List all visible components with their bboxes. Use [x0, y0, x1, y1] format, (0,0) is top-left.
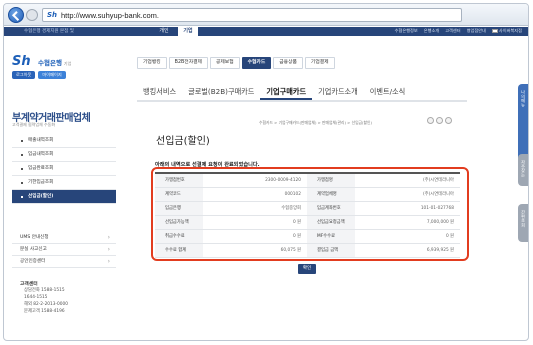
page-tools: [427, 117, 452, 124]
back-icon[interactable]: [8, 7, 24, 23]
page-title: 선입금(할인): [156, 136, 210, 147]
quick-tab-favorites[interactable]: 자주찾는: [518, 154, 528, 186]
logo-buttons: 로그아웃 마이페이지: [12, 71, 66, 79]
top-link-cyber-branch[interactable]: 사이버북지점: [491, 28, 522, 34]
sidebar-menu: 매출내역조회 입금내역조회 입금완료조회 기한입금조회 선입금(할인): [12, 134, 116, 204]
call-center-title: 고객센터: [20, 282, 38, 287]
tab-corporate-card-intro[interactable]: 기업카드소개: [312, 84, 364, 100]
sidebar-item-loss-report[interactable]: 분실 사고신고: [12, 244, 116, 256]
menu-b2b-payment[interactable]: B2B전자결제: [168, 57, 208, 69]
logo-sub: 기업: [63, 61, 72, 66]
top-link-info[interactable]: 수협은행정보: [395, 28, 418, 34]
forward-icon[interactable]: [26, 9, 38, 21]
menu-corporate-banking[interactable]: 기업뱅킹: [137, 57, 167, 69]
sidebar-item-due-deposit[interactable]: 기한입금조회: [12, 176, 116, 190]
brand-note: 수협은행 경제지원 본점 및: [24, 29, 74, 34]
home-icon[interactable]: [427, 117, 434, 124]
tab-global-purchase-card[interactable]: 글로벌(B2B)구매카드: [182, 84, 260, 100]
sub-menu: 뱅킹서비스 글로벌(B2B)구매카드 기업구매카드 기업카드소개 이벤트/소식: [137, 84, 467, 102]
breadcrumb: 수협카드 > 기업구매카드(판매업체) > 판매업체(관리) > 선입금(할인): [259, 120, 373, 125]
browser-toolbar: Sh http://www.suhyup-bank.com.: [4, 4, 528, 26]
quick-tab-label: 간편조회: [521, 210, 526, 227]
top-navigation-strip: 수협은행 경제지원 본점 및 개인 기업 수협은행정보 은행소개 고객센터 병업…: [4, 27, 528, 36]
quick-tab-label: 자주찾는: [521, 160, 526, 177]
url-text[interactable]: http://www.suhyup-bank.com.: [61, 11, 159, 20]
quick-tab-label: 나의메뉴: [521, 90, 526, 107]
confirm-button[interactable]: 확인: [298, 264, 316, 274]
call-center-line: 상담전화 1588-1515: [24, 288, 65, 293]
sidebar-item-deposit-history[interactable]: 입금내역조회: [12, 148, 116, 162]
top-link-about[interactable]: 은행소개: [424, 28, 439, 34]
print-icon[interactable]: [436, 117, 443, 124]
main-menu: 기업뱅킹 B2B전자결제 공제보험 수협카드 금융상품 기업결제: [137, 57, 335, 69]
top-link-customer-center[interactable]: 고객센터: [445, 28, 460, 34]
menu-corporate-payment[interactable]: 기업결제: [304, 57, 335, 69]
top-link-branches[interactable]: 병업점안내: [467, 28, 486, 34]
sidebar-subtitle: 고객결제 협력업체 수동화: [12, 122, 56, 127]
call-center-line: 해외 82-2-2013-0000: [24, 302, 68, 307]
sidebar-item-deposit-complete[interactable]: 입금완료조회: [12, 162, 116, 176]
call-center-line: 1644-1515: [24, 295, 48, 300]
flag-icon: [491, 29, 498, 33]
tab-banking-service[interactable]: 뱅킹서비스: [137, 84, 182, 100]
sidebar-secondary-menu: UMS 안내신청 분실 사고신고 공인인증센터: [12, 232, 116, 268]
help-icon[interactable]: [445, 117, 452, 124]
tab-corporate-purchase-card[interactable]: 기업구매카드: [260, 84, 313, 100]
top-link-cyber-branch-label: 사이버북지점: [498, 28, 522, 33]
logo-name-text: 수협은행: [38, 59, 62, 67]
top-links: 수협은행정보 은행소개 고객센터 병업점안내 사이버북지점: [395, 28, 522, 34]
call-center-box: 고객센터 상담전화 1588-1515 1644-1515 해외 82-2-20…: [12, 280, 116, 340]
highlight-annotation: [151, 167, 469, 261]
tab-personal[interactable]: 개인: [150, 27, 178, 36]
sidebar-item-ums[interactable]: UMS 안내신청: [12, 232, 116, 244]
menu-financial-products[interactable]: 금융상품: [273, 57, 303, 69]
logo-name: 수협은행 기업: [38, 57, 71, 67]
sidebar-item-certificate[interactable]: 공인인증센터: [12, 256, 116, 268]
sidebar-item-sales-history[interactable]: 매출내역조회: [12, 134, 116, 148]
address-bar[interactable]: Sh http://www.suhyup-bank.com.: [42, 8, 462, 22]
browser-window: Sh http://www.suhyup-bank.com. 수협은행 경제지원…: [3, 3, 529, 341]
menu-suhyup-card[interactable]: 수협카드: [241, 57, 272, 69]
tab-events-news[interactable]: 이벤트/소식: [364, 84, 412, 100]
quick-tab-quick-view[interactable]: 간편조회: [518, 204, 528, 242]
tab-corporate[interactable]: 기업: [178, 27, 198, 36]
bank-logo[interactable]: Sh 수협은행 기업: [12, 54, 71, 69]
logout-button[interactable]: 로그아웃: [12, 71, 36, 79]
menu-insurance[interactable]: 공제보험: [209, 57, 240, 69]
sidebar-item-prepayment[interactable]: 선입금(할인): [12, 190, 116, 204]
call-center-line: 문제고객 1588-4196: [24, 309, 65, 314]
mypage-button[interactable]: 마이페이지: [38, 71, 66, 79]
logo-mark: Sh: [12, 54, 31, 69]
site-favicon-icon: Sh: [47, 11, 58, 19]
